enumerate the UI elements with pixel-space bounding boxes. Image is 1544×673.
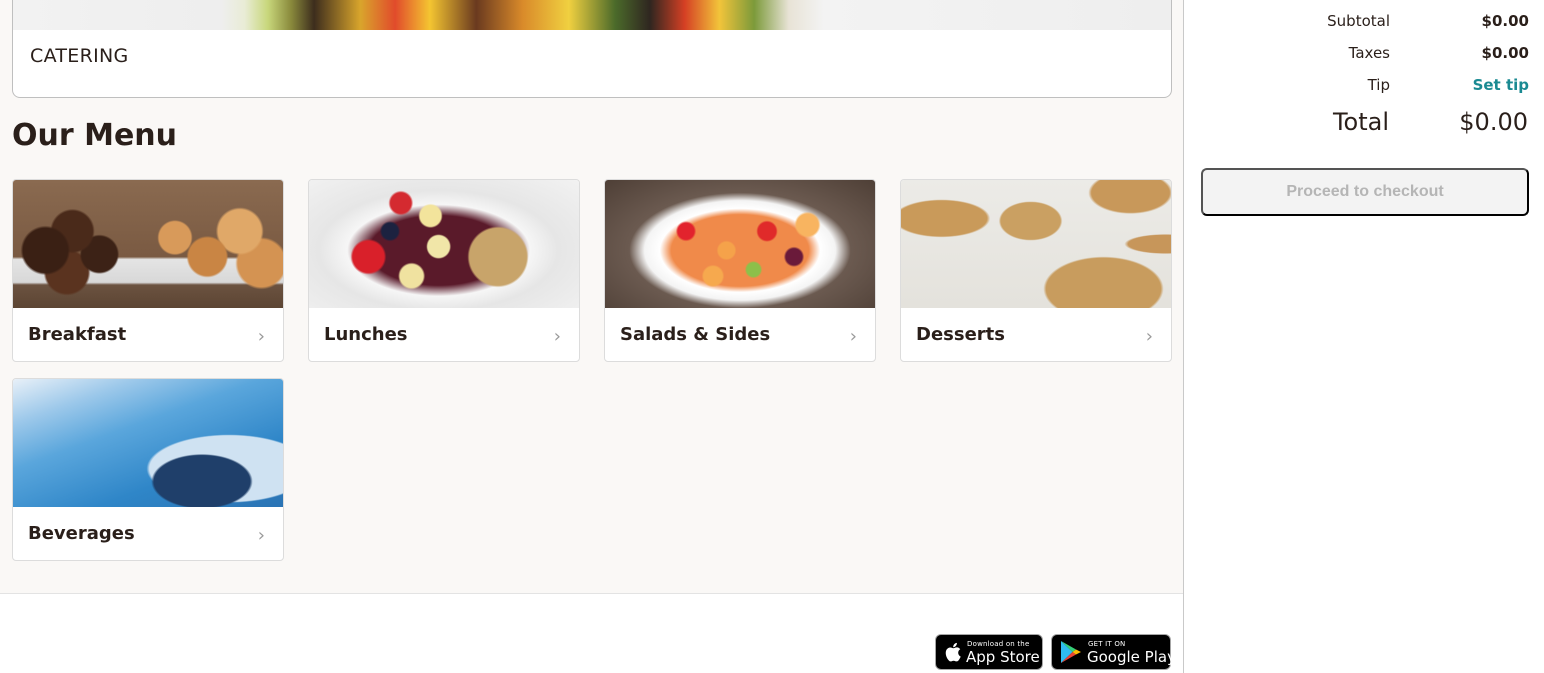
tip-label: Tip xyxy=(1367,76,1390,94)
category-label: Desserts xyxy=(916,324,1005,345)
category-label: Breakfast xyxy=(28,324,127,345)
app-store-big-text: App Store xyxy=(966,648,1040,666)
lunches-image xyxy=(309,180,579,308)
desserts-image xyxy=(901,180,1171,308)
chevron-right-icon: › xyxy=(553,326,561,347)
order-summary-sidebar: Subtotal $0.00 Taxes $0.00 Tip Set tip T… xyxy=(1183,0,1544,673)
beverages-image xyxy=(13,379,283,507)
app-store-small-text: Download on the xyxy=(967,640,1030,648)
salads-sides-image xyxy=(605,180,875,308)
set-tip-link[interactable]: Set tip xyxy=(1473,76,1529,94)
category-card-breakfast[interactable]: Breakfast › xyxy=(12,179,284,362)
chevron-right-icon: › xyxy=(1145,326,1153,347)
breakfast-image xyxy=(13,180,283,308)
catering-banner-image xyxy=(13,0,1171,30)
taxes-label: Taxes xyxy=(1348,44,1390,62)
google-play-small-text: GET IT ON xyxy=(1088,640,1126,648)
category-card-salads-sides[interactable]: Salads & Sides › xyxy=(604,179,876,362)
total-label: Total xyxy=(1332,108,1389,136)
main-content: CATERING Our Menu Breakfast › Lunches › … xyxy=(0,0,1183,673)
google-play-badge[interactable]: GET IT ON Google Play xyxy=(1051,634,1176,670)
category-label: Salads & Sides xyxy=(620,324,771,345)
subtotal-value: $0.00 xyxy=(1481,12,1529,30)
total-value: $0.00 xyxy=(1459,108,1528,136)
taxes-value: $0.00 xyxy=(1481,44,1529,62)
google-play-big-text: Google Play xyxy=(1087,648,1176,666)
category-label: Beverages xyxy=(28,523,135,544)
catering-card[interactable]: CATERING xyxy=(12,0,1172,98)
category-card-lunches[interactable]: Lunches › xyxy=(308,179,580,362)
tip-row: Tip Set tip xyxy=(1184,76,1544,98)
category-label: Lunches xyxy=(324,324,408,345)
category-card-desserts[interactable]: Desserts › xyxy=(900,179,1172,362)
chevron-right-icon: › xyxy=(257,525,265,546)
category-card-beverages[interactable]: Beverages › xyxy=(12,378,284,561)
google-play-icon xyxy=(1061,641,1081,663)
taxes-row: Taxes $0.00 xyxy=(1184,44,1544,66)
subtotal-row: Subtotal $0.00 xyxy=(1184,12,1544,34)
menu-heading: Our Menu xyxy=(12,118,178,153)
chevron-right-icon: › xyxy=(257,326,265,347)
catering-title: CATERING xyxy=(30,45,129,67)
app-store-badge[interactable]: Download on the App Store xyxy=(935,634,1043,670)
proceed-to-checkout-button[interactable]: Proceed to checkout xyxy=(1201,168,1529,216)
apple-icon xyxy=(945,642,961,662)
subtotal-label: Subtotal xyxy=(1327,12,1390,30)
chevron-right-icon: › xyxy=(849,326,857,347)
